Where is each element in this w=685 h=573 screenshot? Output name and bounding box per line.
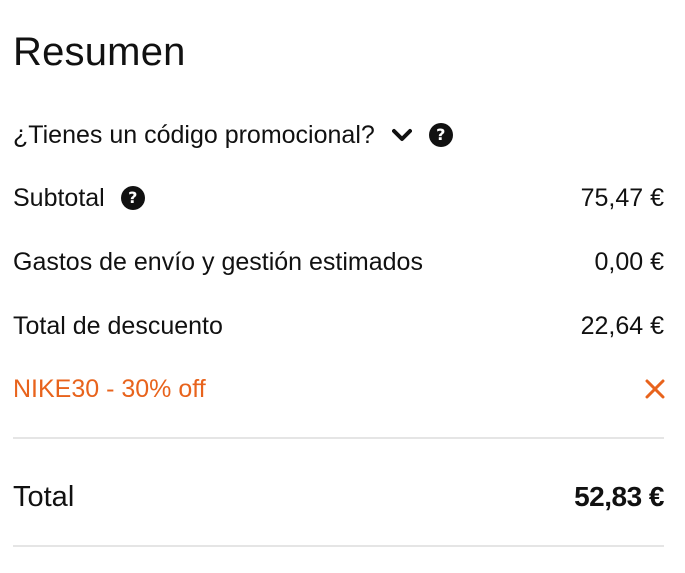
divider — [13, 545, 664, 547]
promo-code-toggle[interactable]: ¿Tienes un código promocional? ? — [13, 118, 453, 152]
applied-promo-label: NIKE30 - 30% off — [13, 375, 206, 403]
order-summary: Resumen ¿Tienes un código promocional? ?… — [13, 0, 665, 573]
shipping-row: Gastos de envío y gestión estimados 0,00… — [13, 245, 664, 279]
subtotal-row: Subtotal ? 75,47 € — [13, 181, 664, 215]
chevron-down-icon[interactable] — [390, 123, 414, 147]
summary-title: Resumen — [13, 30, 186, 74]
subtotal-label: Subtotal — [13, 184, 105, 212]
total-amount: 52,83 € — [574, 481, 664, 512]
discount-row: Total de descuento 22,64 € — [13, 309, 664, 343]
total-label: Total — [13, 481, 75, 513]
applied-promo-row: NIKE30 - 30% off — [13, 372, 665, 406]
promo-help-icon[interactable]: ? — [428, 123, 453, 147]
divider — [13, 437, 664, 439]
shipping-label: Gastos de envío y gestión estimados — [13, 248, 423, 276]
promo-code-question[interactable]: ¿Tienes un código promocional? — [13, 118, 375, 152]
shipping-amount: 0,00 € — [594, 248, 664, 276]
discount-amount: 22,64 € — [580, 312, 664, 340]
discount-label: Total de descuento — [13, 312, 223, 340]
total-row: Total 52,83 € — [13, 477, 664, 517]
subtotal-help-icon[interactable]: ? — [120, 186, 145, 210]
subtotal-amount: 75,47 € — [580, 184, 664, 212]
close-icon[interactable] — [642, 376, 668, 402]
